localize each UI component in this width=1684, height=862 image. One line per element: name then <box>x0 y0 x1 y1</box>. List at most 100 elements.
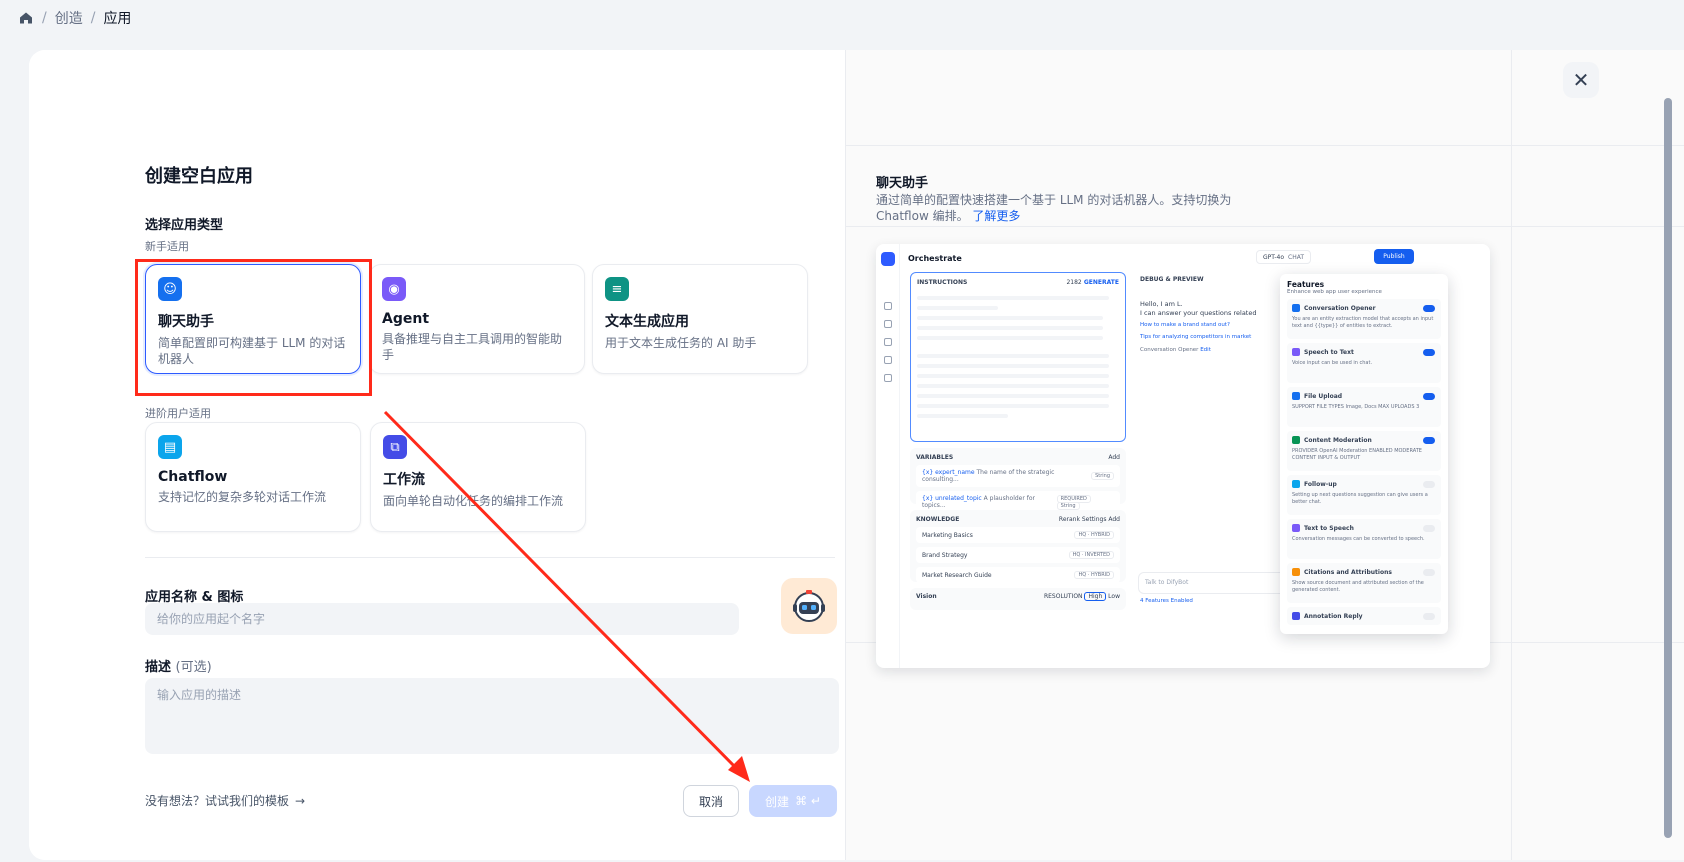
type-card-text-generator[interactable]: ≡ 文本生成应用 用于文本生成任务的 AI 助手 <box>592 264 808 374</box>
create-app-modal: 创建空白应用 选择应用类型 新手适用 ☺ 聊天助手 简单配置即可构建基于 LLM… <box>29 50 1684 860</box>
feature-name: File Upload <box>1304 392 1343 400</box>
nav-icon <box>884 338 892 346</box>
nav-icon <box>884 320 892 328</box>
feature-name: Follow-up <box>1304 480 1337 488</box>
instructions-box: INSTRUCTIONS 2182 GENERATE <box>910 272 1126 442</box>
toggle-on <box>1423 349 1435 356</box>
preview-description: 通过简单的配置快速搭建一个基于 LLM 的对话机器人。支持切换为 Chatflo… <box>876 192 1256 224</box>
features-subtitle: Enhance web app user experience <box>1287 289 1382 295</box>
app-icon-picker[interactable] <box>781 578 837 634</box>
home-icon[interactable] <box>18 10 34 26</box>
description-label-text: 描述 <box>145 660 172 675</box>
model-name: GPT-4o <box>1263 253 1285 261</box>
kb-tag: HQ · HYBRID <box>1074 531 1114 539</box>
instructions-label: INSTRUCTIONS <box>917 279 968 286</box>
chat-hello: Hello, I am L. <box>1140 300 1183 308</box>
cancel-button[interactable]: 取消 <box>683 785 739 817</box>
model-tag: CHAT <box>1288 253 1305 261</box>
grid-line <box>846 226 1684 227</box>
add-label: Add <box>1108 516 1120 523</box>
close-button[interactable]: ✕ <box>1563 62 1599 98</box>
preview-desc-text: 通过简单的配置快速搭建一个基于 LLM 的对话机器人。支持切换为 Chatflo… <box>876 193 1232 223</box>
vision-panel: Vision RESOLUTION High Low <box>910 588 1126 610</box>
knowledge-panel: KNOWLEDGE Rerank Settings Add Marketing … <box>910 510 1126 583</box>
high-label: High <box>1084 592 1107 601</box>
feature-desc: PROVIDER OpenAI Moderation ENABLED MODER… <box>1292 448 1422 461</box>
edit-label: Edit <box>1200 347 1211 353</box>
breadcrumb: / 创造 / 应用 <box>18 8 131 28</box>
arrow-right-icon: → <box>295 793 306 808</box>
instructions-count: 2182 <box>1066 279 1082 286</box>
divider <box>145 557 835 558</box>
generate-label: GENERATE <box>1083 279 1119 286</box>
type-card-desc: 简单配置即可构建基于 LLM 的对话机器人 <box>158 336 346 366</box>
nav-icon <box>884 302 892 310</box>
type-card-agent[interactable]: ◉ Agent 具备推理与自主工具调用的智能助手 <box>369 264 585 374</box>
template-link-text: 没有想法？试试我们的模板 <box>145 794 290 808</box>
publish-button: Publish <box>1374 249 1414 264</box>
preview-title: 聊天助手 <box>876 176 929 191</box>
template-link[interactable]: 没有想法？试试我们的模板 → <box>145 792 305 809</box>
low-label: Low <box>1108 593 1120 600</box>
grid-line <box>1511 50 1512 860</box>
orchestrate-title: Orchestrate <box>908 254 962 263</box>
type-card-workflow[interactable]: ⧉ 工作流 面向单轮自动化任务的编排工作流 <box>370 422 586 532</box>
chat-intro: I can answer your questions related <box>1140 309 1257 317</box>
features-panel: Features Enhance web app user experience… <box>1280 274 1448 634</box>
feature-desc: Voice input can be used in chat. <box>1292 360 1373 366</box>
kb-name: Marketing Basics <box>922 531 973 539</box>
breadcrumb-separator: / <box>90 10 96 26</box>
var-type: String <box>1056 502 1080 510</box>
feature-desc: You are an entity extraction model that … <box>1292 316 1434 329</box>
create-button-label: 创建 <box>765 794 790 809</box>
type-card-desc: 用于文本生成任务的 AI 助手 <box>605 336 757 350</box>
create-form-panel: 创建空白应用 选择应用类型 新手适用 ☺ 聊天助手 简单配置即可构建基于 LLM… <box>29 50 845 860</box>
rerank-label: Rerank Settings <box>1058 516 1107 523</box>
type-card-desc: 具备推理与自主工具调用的智能助手 <box>382 332 563 362</box>
description-textarea[interactable] <box>145 678 839 754</box>
type-card-chatbot[interactable]: ☺ 聊天助手 简单配置即可构建基于 LLM 的对话机器人 <box>145 264 361 374</box>
preview-panel: 聊天助手 通过简单的配置快速搭建一个基于 LLM 的对话机器人。支持切换为 Ch… <box>845 50 1684 860</box>
chat-message: Hello, I am L. I can answer your questio… <box>1140 300 1290 355</box>
toggle-off <box>1423 481 1435 488</box>
create-button[interactable]: 创建 ⌘ ↵ <box>749 785 837 817</box>
type-card-chatflow[interactable]: ▤ Chatflow 支持记忆的复杂多轮对话工作流 <box>145 422 361 532</box>
chatbot-icon: ☺ <box>158 277 182 301</box>
toggle-on <box>1423 437 1435 444</box>
breadcrumb-separator: / <box>42 10 47 26</box>
variables-label: VARIABLES <box>916 454 954 461</box>
keyboard-shortcut: ⌘ ↵ <box>795 794 821 808</box>
model-selector: GPT-4o CHAT <box>1256 250 1312 264</box>
toggle-on <box>1423 305 1435 312</box>
kb-name: Market Research Guide <box>922 571 992 579</box>
toggle-on <box>1423 393 1435 400</box>
optional-text: (可选) <box>175 660 212 675</box>
toggle-off <box>1423 569 1435 576</box>
suggested-question: How to make a brand stand out? <box>1140 322 1230 328</box>
variables-panel: VARIABLES Add {x} expert_name The name o… <box>910 448 1126 513</box>
breadcrumb-apps: 应用 <box>103 11 132 27</box>
kb-name: Brand Strategy <box>922 551 968 559</box>
feature-name: Text to Speech <box>1304 524 1354 532</box>
breadcrumb-create[interactable]: 创造 <box>55 8 83 28</box>
scrollbar[interactable] <box>1664 98 1672 838</box>
type-card-name: 文本生成应用 <box>605 314 689 330</box>
learn-more-link[interactable]: 了解更多 <box>972 209 1020 223</box>
nav-icon <box>884 356 892 364</box>
feature-desc: SUPPORT FILE TYPES Image, Docs MAX UPLOA… <box>1292 404 1420 410</box>
close-icon: ✕ <box>1572 68 1590 92</box>
description-label: 描述 (可选) <box>145 656 212 675</box>
type-card-desc: 面向单轮自动化任务的编排工作流 <box>383 494 564 508</box>
type-card-name: 工作流 <box>383 472 425 488</box>
beginner-group-label: 新手适用 <box>145 240 189 253</box>
feature-desc: Conversation messages can be converted t… <box>1292 536 1425 542</box>
workflow-icon: ⧉ <box>383 435 407 459</box>
page-title: 创建空白应用 <box>145 166 253 187</box>
chat-input: Talk to DifyBot <box>1138 572 1288 594</box>
app-name-input[interactable] <box>145 603 739 635</box>
features-title: Features <box>1287 280 1325 289</box>
logo-icon <box>881 252 895 266</box>
advanced-group-label: 进阶用户适用 <box>145 407 211 420</box>
preview-sidebar <box>876 244 900 668</box>
toggle-off <box>1423 525 1435 532</box>
